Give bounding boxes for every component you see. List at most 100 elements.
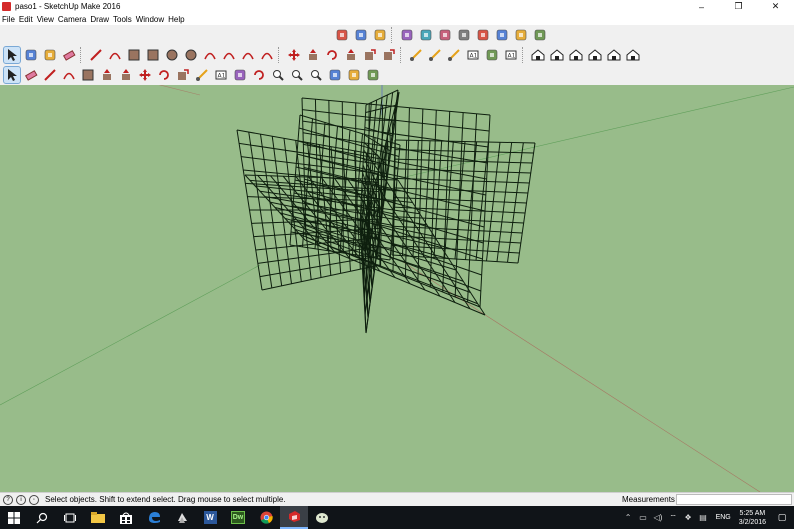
menu-edit[interactable]: Edit (19, 15, 33, 24)
windows-start-icon[interactable] (0, 506, 28, 529)
zoom-extents-tool-button[interactable] (308, 67, 324, 83)
offset-tool-button[interactable] (381, 47, 397, 63)
back-tool-button[interactable] (606, 47, 622, 63)
clock[interactable]: 5:25 AM 3/2/2016 (739, 509, 766, 527)
dimension-tool-button[interactable] (427, 47, 443, 63)
text-tool-button[interactable]: A1 (213, 67, 229, 83)
sketchup-icon[interactable] (280, 506, 308, 529)
info-icon[interactable]: ? (3, 494, 13, 505)
chevron-up-icon[interactable]: ⌃ (622, 511, 635, 524)
dreamweaver-icon[interactable]: Dw (224, 506, 252, 529)
layout-tool-button[interactable] (475, 27, 491, 43)
menu-window[interactable]: Window (136, 15, 164, 24)
freehand-tool-button[interactable] (107, 47, 123, 63)
rectangle-tool-button[interactable] (126, 47, 142, 63)
move-tool-button[interactable] (286, 47, 302, 63)
arc3-tool-button[interactable] (240, 47, 256, 63)
file-explorer-icon[interactable] (84, 506, 112, 529)
front-tool-button[interactable] (568, 47, 584, 63)
close-button[interactable]: ✕ (757, 0, 794, 13)
right-tool-button[interactable] (587, 47, 603, 63)
notifications-icon[interactable]: ▢ (774, 510, 790, 526)
arc2-tool-button[interactable] (221, 47, 237, 63)
network-icon[interactable]: ⌔ (667, 511, 680, 524)
component-tool-button[interactable] (23, 47, 39, 63)
minimize-button[interactable]: – (683, 0, 720, 13)
volume-icon[interactable]: ◁) (652, 511, 665, 524)
photo-tool-button[interactable] (513, 27, 529, 43)
measurements-input[interactable] (676, 494, 792, 505)
circle-tool-button[interactable] (164, 47, 180, 63)
word-icon[interactable]: W (196, 506, 224, 529)
edge-icon[interactable] (140, 506, 168, 529)
select-tool-button[interactable] (3, 46, 21, 64)
3dtext-tool-button[interactable]: A1 (503, 47, 519, 63)
dropbox-icon[interactable]: ❖ (682, 511, 695, 524)
pan-tool-button[interactable] (270, 67, 286, 83)
component-tool-button[interactable] (334, 27, 350, 43)
rectangle-tool-button[interactable] (80, 67, 96, 83)
scale-tool-button[interactable] (362, 47, 378, 63)
menu-help[interactable]: Help (168, 15, 184, 24)
pencil-tool-button[interactable] (88, 47, 104, 63)
top-tool-button[interactable] (549, 47, 565, 63)
line-tool-button[interactable] (42, 67, 58, 83)
eraser-tool-button[interactable] (61, 47, 77, 63)
followme-tool-button[interactable] (118, 67, 134, 83)
zoom-tool-button[interactable] (289, 67, 305, 83)
arc-tool-button[interactable] (202, 47, 218, 63)
solid-tool-button[interactable] (418, 27, 434, 43)
protractor-tool-button[interactable] (446, 47, 462, 63)
warehouse-tool-button[interactable] (327, 67, 343, 83)
text-tool-button[interactable]: A1 (465, 47, 481, 63)
orbit-tool-button[interactable] (251, 67, 267, 83)
rotate-tool-button[interactable] (324, 47, 340, 63)
battery-icon[interactable]: ▭ (637, 511, 650, 524)
paint-tool-button[interactable] (232, 67, 248, 83)
share-tool-button[interactable] (494, 27, 510, 43)
left-tool-button[interactable] (625, 47, 641, 63)
rotated-rect-tool-button[interactable] (145, 47, 161, 63)
polygon-tool-button[interactable] (183, 47, 199, 63)
tape-tool-button[interactable] (194, 67, 210, 83)
grid-panel-right[interactable] (391, 139, 536, 264)
extension-tool-button[interactable] (456, 27, 472, 43)
scene-canvas[interactable] (0, 85, 794, 492)
axes-tool-button[interactable] (484, 47, 500, 63)
paint-bucket-tool-button[interactable] (42, 47, 58, 63)
pie-tool-button[interactable] (259, 47, 275, 63)
section-tool-button[interactable] (399, 27, 415, 43)
menu-file[interactable]: File (2, 15, 15, 24)
move-tool-button[interactable] (137, 67, 153, 83)
pushpull-tool-button[interactable] (99, 67, 115, 83)
keyboard-icon[interactable]: ▤ (697, 511, 710, 524)
menu-view[interactable]: View (37, 15, 54, 24)
geolocation-icon[interactable]: i (16, 494, 26, 505)
chrome-icon[interactable] (252, 506, 280, 529)
menu-tools[interactable]: Tools (113, 15, 132, 24)
arc-tool-button[interactable] (61, 67, 77, 83)
drawing-viewport[interactable] (0, 85, 794, 492)
restore-button[interactable]: ❐ (720, 0, 757, 13)
language-indicator[interactable]: ENG (716, 514, 731, 521)
followme-tool-button[interactable] (343, 47, 359, 63)
store-icon[interactable] (112, 506, 140, 529)
scale-tool-button[interactable] (175, 67, 191, 83)
style-tool-button[interactable] (353, 27, 369, 43)
menu-draw[interactable]: Draw (90, 15, 109, 24)
pushpull-tool-button[interactable] (305, 47, 321, 63)
warehouse-tool-button[interactable] (437, 27, 453, 43)
eraser-tool-button[interactable] (23, 67, 39, 83)
search-icon[interactable] (28, 506, 56, 529)
menu-camera[interactable]: Camera (58, 15, 86, 24)
extension-warehouse-tool-button[interactable] (365, 67, 381, 83)
iso-tool-button[interactable] (530, 47, 546, 63)
share-model-tool-button[interactable] (346, 67, 362, 83)
app-icon[interactable] (168, 506, 196, 529)
credits-icon[interactable]: ◦ (29, 494, 39, 505)
sandbox-tool-button[interactable] (532, 27, 548, 43)
export-tool-button[interactable] (372, 27, 388, 43)
select-tool-button[interactable] (3, 66, 21, 84)
task-view-icon[interactable] (56, 506, 84, 529)
tape-tool-button[interactable] (408, 47, 424, 63)
